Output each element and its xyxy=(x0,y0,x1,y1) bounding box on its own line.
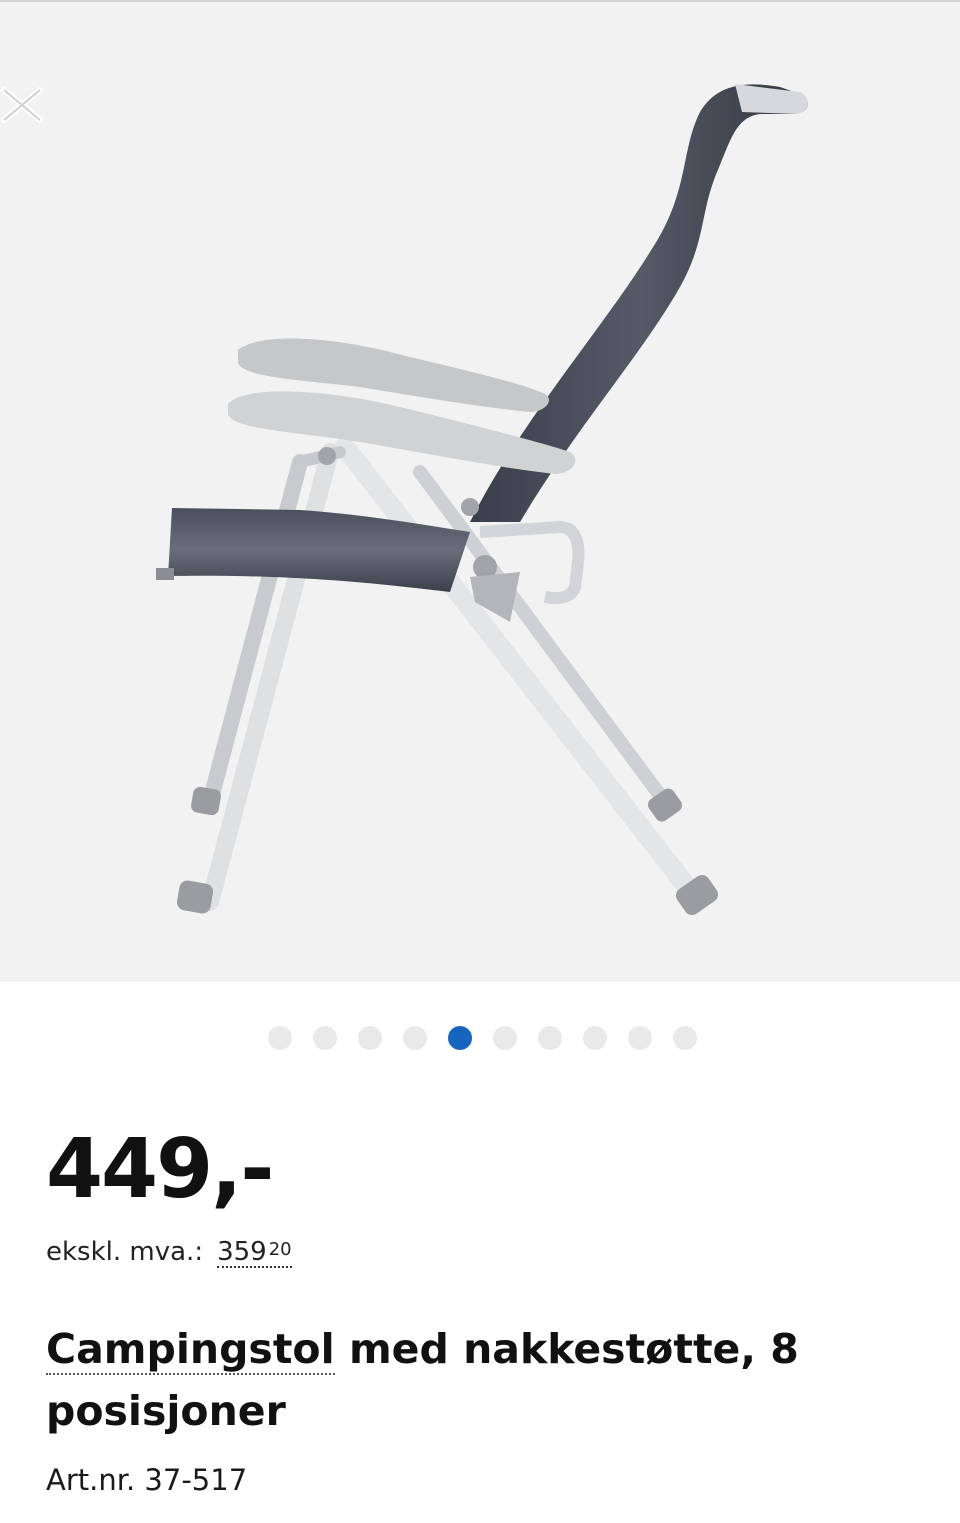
close-button[interactable] xyxy=(0,82,48,130)
carousel-dot[interactable] xyxy=(358,1026,382,1050)
carousel-dot-active[interactable] xyxy=(448,1026,472,1050)
carousel-dot[interactable] xyxy=(268,1026,292,1050)
carousel-dot[interactable] xyxy=(403,1026,427,1050)
price-excl-vat: ekskl. mva.: 359 20 xyxy=(46,1234,292,1270)
product-image-gallery[interactable] xyxy=(0,2,960,982)
product-price: 449,- xyxy=(46,1122,274,1217)
carousel-dot[interactable] xyxy=(673,1026,697,1050)
excl-vat-amount[interactable]: 359 20 xyxy=(217,1238,292,1268)
carousel-dot[interactable] xyxy=(493,1026,517,1050)
carousel-dot[interactable] xyxy=(313,1026,337,1050)
excl-vat-main: 359 xyxy=(217,1237,267,1267)
product-title: Campingstol med nakkestøtte, 8 posisjone… xyxy=(46,1318,906,1442)
product-image[interactable] xyxy=(0,2,960,982)
product-title-link[interactable]: Campingstol xyxy=(46,1325,335,1375)
carousel-dot[interactable] xyxy=(538,1026,562,1050)
carousel-pagination xyxy=(0,1026,960,1052)
close-icon xyxy=(1,87,43,123)
excl-vat-label: ekskl. mva.: xyxy=(46,1237,204,1267)
carousel-dot[interactable] xyxy=(628,1026,652,1050)
excl-vat-cents: 20 xyxy=(268,1239,292,1260)
carousel-dot[interactable] xyxy=(583,1026,607,1050)
article-number: Art.nr. 37-517 xyxy=(46,1463,248,1497)
